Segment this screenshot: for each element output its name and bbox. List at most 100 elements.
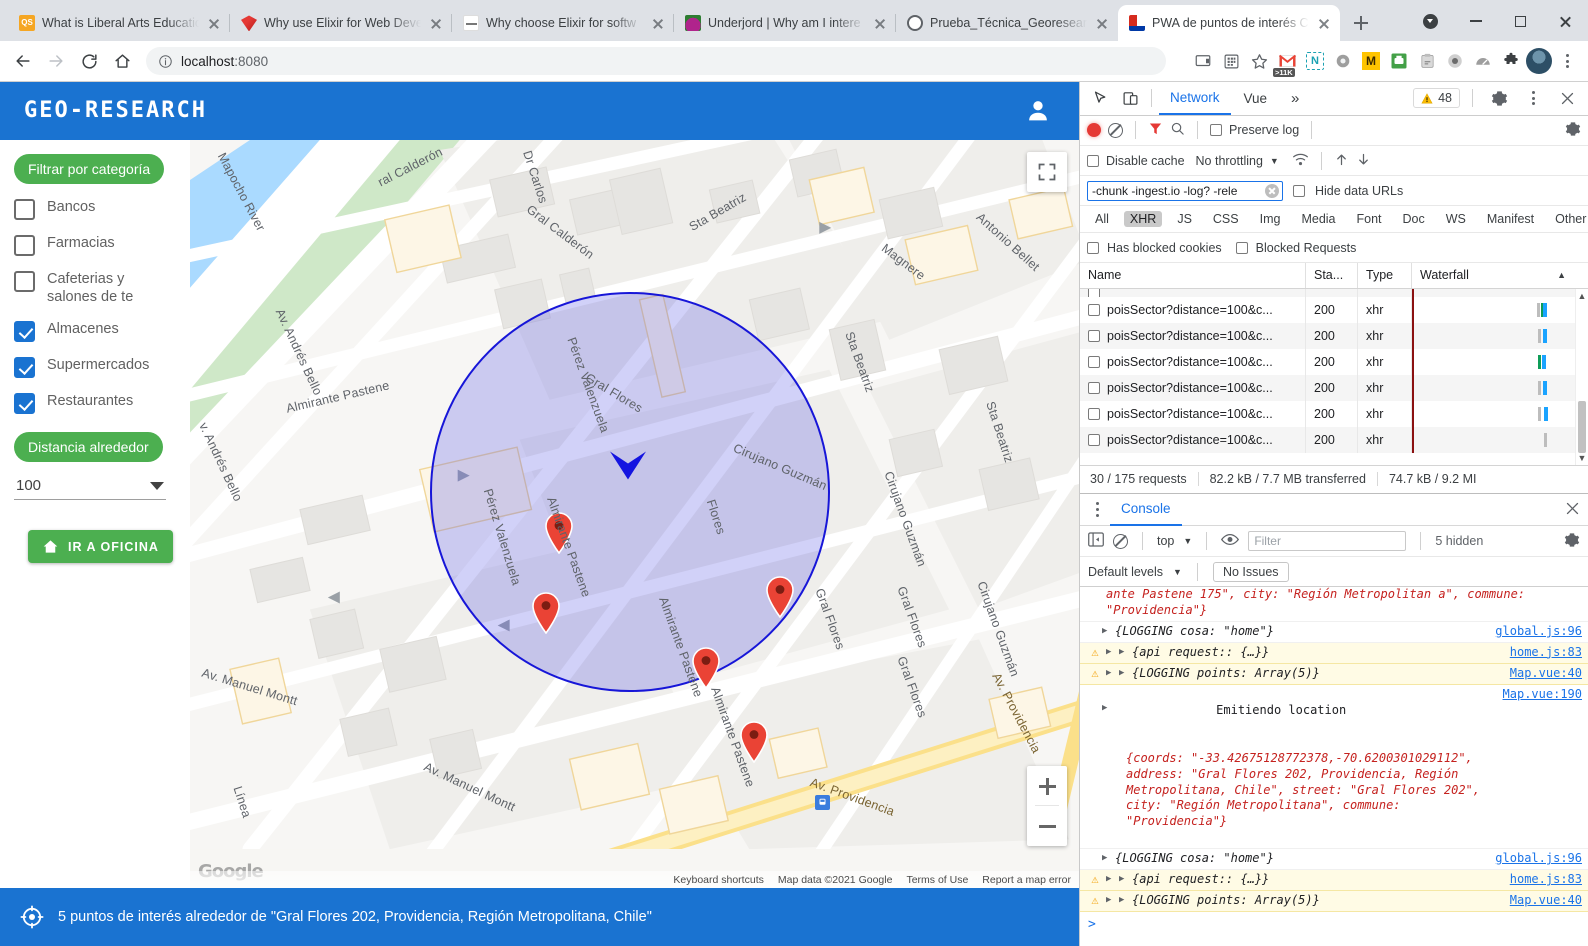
more-tabs-icon[interactable]: »: [1280, 82, 1310, 115]
grid-extension-icon[interactable]: [1218, 48, 1244, 74]
close-window-button[interactable]: [1543, 0, 1588, 42]
console-sidebar-icon[interactable]: [1088, 532, 1104, 550]
circle-extension-icon[interactable]: [1442, 48, 1468, 74]
poi-marker[interactable]: [531, 592, 561, 635]
console-entry-warning[interactable]: ⚠ ▶ ▶ {LOGGING points: Array(5)} Map.vue…: [1080, 663, 1588, 685]
browser-tab[interactable]: QS What is Liberal Arts Education: [8, 5, 230, 41]
sort-ascending-icon[interactable]: ▲: [1557, 270, 1566, 280]
console-entry-warning[interactable]: ⚠ ▶ ▶ {api request:: {…}} home.js:83: [1080, 870, 1588, 892]
scroll-up-arrow[interactable]: ▲: [1576, 289, 1588, 303]
checkbox-row-cafeterias[interactable]: Cafeterias y salones de te: [14, 270, 178, 306]
console-entry-warning[interactable]: ⚠ ▶ ▶ {api request:: {…}} home.js:83: [1080, 642, 1588, 664]
home-icon[interactable]: [107, 46, 137, 76]
chevron-down-icon[interactable]: ▼: [1173, 567, 1182, 577]
tab-vue[interactable]: Vue: [1233, 82, 1279, 115]
tab-close-icon[interactable]: [650, 15, 666, 31]
console-source-link[interactable]: Map.vue:40: [1510, 666, 1582, 682]
bus-stop-icon[interactable]: [815, 794, 830, 810]
forward-icon[interactable]: [41, 46, 71, 76]
tab-close-icon[interactable]: [428, 15, 444, 31]
checkbox-almacenes[interactable]: [14, 321, 35, 343]
row-checkbox[interactable]: [1088, 288, 1100, 297]
inspect-element-icon[interactable]: [1086, 85, 1114, 111]
checkbox-supermercados[interactable]: [14, 357, 35, 379]
console-source-link[interactable]: Map.vue:40: [1510, 893, 1582, 909]
zoom-in-button[interactable]: [1027, 766, 1067, 806]
user-avatar-icon[interactable]: [1021, 94, 1055, 128]
row-checkbox[interactable]: [1088, 329, 1100, 342]
network-filter-input[interactable]: -chunk -ingest.io -log? -rele: [1087, 180, 1283, 201]
column-type[interactable]: Type: [1358, 263, 1412, 288]
column-name[interactable]: Name: [1080, 263, 1306, 288]
network-settings-icon[interactable]: [1565, 121, 1581, 140]
console-entry[interactable]: ▶ {LOGGING cosa: "home"} global.js:96: [1080, 849, 1588, 871]
bookmark-star-icon[interactable]: [1246, 48, 1272, 74]
chevron-down-icon[interactable]: ▼: [1183, 536, 1192, 546]
checkbox-cafeterias[interactable]: [14, 270, 35, 292]
close-devtools-icon[interactable]: [1553, 85, 1581, 111]
poi-marker[interactable]: [765, 576, 795, 619]
expand-triangle-icon[interactable]: ▶: [1119, 893, 1128, 907]
table-row[interactable]: poisSector?distance=100&c... 200 xhr: [1080, 322, 1588, 349]
column-waterfall[interactable]: Waterfall ▲: [1412, 263, 1588, 287]
type-filter-doc[interactable]: Doc: [1397, 211, 1431, 227]
minimize-button[interactable]: [1453, 0, 1498, 42]
expand-triangle-icon[interactable]: ▶: [1119, 666, 1128, 680]
tab-close-icon[interactable]: [206, 15, 222, 31]
reload-icon[interactable]: [74, 46, 104, 76]
gmail-icon[interactable]: >11K: [1273, 48, 1300, 78]
terms-of-use-link[interactable]: Terms of Use: [906, 874, 968, 886]
browser-tab[interactable]: Why choose Elixir for softw: [451, 5, 674, 41]
console-filter-input[interactable]: Filter: [1248, 531, 1407, 552]
checkbox-farmacias[interactable]: [14, 234, 35, 256]
printer-extension-icon[interactable]: [1386, 48, 1412, 74]
expand-triangle-icon[interactable]: ▶: [1106, 893, 1115, 907]
console-entry-warning[interactable]: ⚠ ▶ ▶ {LOGGING points: Array(5)} Map.vue…: [1080, 891, 1588, 913]
notion-icon[interactable]: N: [1302, 48, 1328, 74]
live-expression-eye-icon[interactable]: [1221, 533, 1240, 549]
column-status[interactable]: Sta...: [1306, 263, 1358, 288]
type-filter-font[interactable]: Font: [1351, 211, 1388, 227]
preserve-log-checkbox[interactable]: [1210, 124, 1222, 137]
tab-close-icon[interactable]: [872, 15, 888, 31]
checkbox-row-farmacias[interactable]: Farmacias: [14, 234, 178, 256]
clear-console-icon[interactable]: [1113, 533, 1128, 549]
download-icon[interactable]: [1408, 0, 1453, 42]
expand-triangle-icon[interactable]: ▶: [1119, 645, 1128, 659]
table-row[interactable]: [1080, 288, 1588, 297]
gear-icon[interactable]: [1485, 85, 1513, 111]
console-entry-clipped[interactable]: ante Pastene 175", city: "Región Metropo…: [1080, 587, 1588, 622]
console-context-select[interactable]: top: [1157, 534, 1174, 548]
drawer-menu-icon[interactable]: [1084, 497, 1110, 523]
row-checkbox[interactable]: [1088, 381, 1100, 394]
checkbox-row-bancos[interactable]: Bancos: [14, 198, 178, 220]
network-scrollbar[interactable]: ▲ ▼: [1575, 288, 1588, 465]
clear-button[interactable]: [1108, 122, 1123, 138]
gear-extension-icon[interactable]: [1330, 48, 1356, 74]
maximize-button[interactable]: [1498, 0, 1543, 42]
browser-tab[interactable]: Why use Elixir for Web Deve: [229, 5, 452, 41]
profile-avatar[interactable]: [1526, 48, 1552, 75]
hide-data-urls-checkbox[interactable]: [1293, 184, 1305, 197]
type-filter-media[interactable]: Media: [1295, 211, 1341, 227]
checkbox-restaurantes[interactable]: [14, 393, 35, 415]
record-button[interactable]: [1087, 123, 1101, 138]
puzzle-extensions-icon[interactable]: [1498, 48, 1524, 74]
console-source-link[interactable]: global.js:96: [1495, 851, 1582, 867]
table-row[interactable]: poisSector?distance=100&c... 200 xhr: [1080, 426, 1588, 453]
has-blocked-cookies-checkbox[interactable]: [1087, 241, 1099, 254]
browser-tab[interactable]: Underjord | Why am I intere: [673, 5, 896, 41]
device-toolbar-icon[interactable]: [1116, 85, 1144, 111]
close-drawer-icon[interactable]: [1565, 501, 1588, 519]
tab-network[interactable]: Network: [1159, 82, 1231, 115]
back-icon[interactable]: [8, 46, 38, 76]
chrome-menu-icon[interactable]: [1554, 48, 1580, 74]
clipboard-extension-icon[interactable]: [1414, 48, 1440, 74]
table-row[interactable]: poisSector?distance=100&c... 200 xhr: [1080, 296, 1588, 323]
speedometer-extension-icon[interactable]: [1470, 48, 1496, 74]
console-source-link[interactable]: Map.vue:190: [1503, 687, 1582, 703]
clear-filter-icon[interactable]: [1265, 183, 1279, 198]
momentum-icon[interactable]: M: [1358, 48, 1384, 74]
throttling-select[interactable]: No throttling: [1196, 154, 1263, 168]
new-tab-button[interactable]: [1346, 8, 1376, 38]
